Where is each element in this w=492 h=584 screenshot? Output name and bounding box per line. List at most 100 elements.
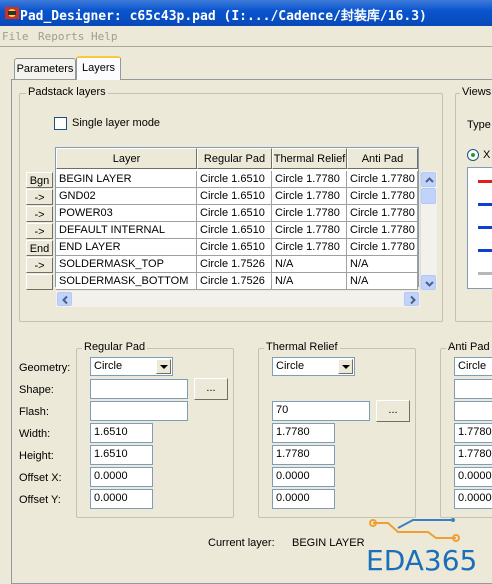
thermal-geometry-select[interactable]: Circle	[272, 357, 355, 376]
menu-reports[interactable]: Reports	[38, 30, 84, 43]
table-cell-regular[interactable]: Circle 1.6510	[197, 205, 272, 222]
row-button[interactable]	[26, 274, 53, 290]
thermal-offset-x-field[interactable]: 0.0000	[272, 467, 335, 487]
row-button[interactable]: ->	[26, 257, 53, 273]
views-label: Views	[460, 86, 492, 98]
column-header-thermal-relief[interactable]: Thermal Relief	[272, 148, 347, 169]
chevron-right-icon	[410, 295, 416, 305]
anti-offset-x-field[interactable]: 0.0000	[454, 467, 492, 487]
table-cell-anti[interactable]: Circle 1.7780	[347, 171, 418, 188]
scroll-up-arrow[interactable]	[421, 172, 436, 187]
column-header-layer[interactable]: Layer	[56, 148, 197, 169]
table-cell-thermal[interactable]: Circle 1.7780	[272, 188, 347, 205]
row-button[interactable]: Bgn	[26, 172, 53, 188]
table-cell-layer[interactable]: GND02	[56, 188, 197, 205]
menu-help[interactable]: Help	[91, 30, 118, 43]
table-cell-anti[interactable]: Circle 1.7780	[347, 222, 418, 239]
table-cell-regular[interactable]: Circle 1.7526	[197, 273, 272, 290]
table-cell-anti[interactable]: Circle 1.7780	[347, 205, 418, 222]
table-cell-thermal[interactable]: Circle 1.7780	[272, 222, 347, 239]
regular-offset-x-field[interactable]: 0.0000	[90, 467, 153, 487]
anti-height-field[interactable]: 1.7780	[454, 445, 492, 465]
table-cell-thermal[interactable]: Circle 1.7780	[272, 239, 347, 256]
regular-flash-field[interactable]	[90, 401, 188, 421]
layer-lines	[478, 180, 492, 298]
table-cell-layer[interactable]: END LAYER	[56, 239, 197, 256]
thermal-flash-field[interactable]: 70	[272, 401, 370, 421]
row-button[interactable]: ->	[26, 206, 53, 222]
height-label: Height:	[19, 450, 54, 462]
column-header-anti-pad[interactable]: Anti Pad	[347, 148, 418, 169]
table-cell-anti[interactable]: N/A	[347, 256, 418, 273]
layer-line	[478, 203, 492, 206]
window-title: Pad_Designer: c65c43p.pad (I:.../Cadence…	[20, 9, 427, 24]
row-button[interactable]: ->	[26, 189, 53, 205]
thermal-geometry-value: Circle	[276, 360, 305, 372]
title-bar[interactable]: Pad_Designer: c65c43p.pad (I:.../Cadence…	[0, 0, 492, 26]
chevron-down-icon	[425, 281, 434, 287]
regular-width-field[interactable]: 1.6510	[90, 423, 153, 443]
scroll-down-arrow[interactable]	[421, 275, 436, 290]
watermark-circuit-icon	[369, 518, 460, 542]
table-cell-regular[interactable]: Circle 1.6510	[197, 171, 272, 188]
table-cell-thermal[interactable]: Circle 1.7780	[272, 205, 347, 222]
table-cell-thermal[interactable]: N/A	[272, 256, 347, 273]
table-cell-layer[interactable]: BEGIN LAYER	[56, 171, 197, 188]
anti-offset-y-field[interactable]: 0.0000	[454, 489, 492, 509]
table-cell-anti[interactable]: Circle 1.7780	[347, 188, 418, 205]
menu-bar: File Reports Help	[0, 26, 492, 46]
menu-file[interactable]: File	[2, 30, 29, 43]
table-cell-thermal[interactable]: Circle 1.7780	[272, 171, 347, 188]
table-cell-thermal[interactable]: N/A	[272, 273, 347, 290]
table-cell-regular[interactable]: Circle 1.6510	[197, 239, 272, 256]
layer-line	[478, 180, 492, 183]
table-cell-regular[interactable]: Circle 1.6510	[197, 188, 272, 205]
single-layer-checkbox[interactable]	[54, 117, 67, 130]
scroll-thumb[interactable]	[421, 188, 436, 204]
row-button[interactable]: ->	[26, 223, 53, 239]
layer-line	[478, 272, 492, 275]
tab-layers[interactable]: Layers	[76, 56, 121, 80]
chevron-down-icon[interactable]	[338, 359, 353, 374]
scroll-left-arrow[interactable]	[57, 292, 72, 306]
regular-offset-y-field[interactable]: 0.0000	[90, 489, 153, 509]
table-cell-layer[interactable]: SOLDERMASK_BOTTOM	[56, 273, 197, 290]
current-layer-value: BEGIN LAYER	[292, 537, 365, 549]
chevron-down-icon[interactable]	[156, 359, 171, 374]
table-cell-regular[interactable]: Circle 1.7526	[197, 256, 272, 273]
flash-label: Flash:	[19, 406, 49, 418]
anti-pad-label: Anti Pad	[446, 341, 492, 353]
regular-height-field[interactable]: 1.6510	[90, 445, 153, 465]
scroll-right-arrow[interactable]	[404, 292, 419, 306]
menu-separator	[0, 46, 492, 47]
row-button[interactable]: End	[26, 240, 53, 256]
anti-flash-field[interactable]	[454, 401, 492, 421]
view-radio[interactable]	[467, 149, 479, 161]
anti-shape-field[interactable]	[454, 379, 492, 399]
anti-geometry-value: Circle	[458, 360, 487, 372]
table-cell-layer[interactable]: POWER03	[56, 205, 197, 222]
table-cell-anti[interactable]: N/A	[347, 273, 418, 290]
geometry-label: Geometry:	[19, 362, 71, 374]
column-header-regular-pad[interactable]: Regular Pad	[197, 148, 272, 169]
table-cell-layer[interactable]: DEFAULT INTERNAL	[56, 222, 197, 239]
regular-shape-browse-button[interactable]: ...	[194, 378, 228, 400]
table-cell-anti[interactable]: Circle 1.7780	[347, 239, 418, 256]
chevron-up-icon	[425, 177, 434, 183]
anti-width-field[interactable]: 1.7780	[454, 423, 492, 443]
regular-shape-field[interactable]	[90, 379, 188, 399]
thermal-width-field[interactable]: 1.7780	[272, 423, 335, 443]
thermal-flash-browse-button[interactable]: ...	[376, 400, 410, 422]
offset-y-label: Offset Y:	[19, 494, 61, 506]
view-radio-label: X	[483, 149, 491, 161]
layer-line	[478, 249, 492, 252]
thermal-offset-y-field[interactable]: 0.0000	[272, 489, 335, 509]
tab-parameters[interactable]: Parameters	[14, 58, 76, 80]
table-cell-regular[interactable]: Circle 1.6510	[197, 222, 272, 239]
horizontal-scrollbar[interactable]	[56, 291, 420, 307]
regular-pad-label: Regular Pad	[82, 341, 148, 353]
anti-geometry-select[interactable]: Circle	[454, 357, 492, 376]
regular-geometry-select[interactable]: Circle	[90, 357, 173, 376]
thermal-height-field[interactable]: 1.7780	[272, 445, 335, 465]
table-cell-layer[interactable]: SOLDERMASK_TOP	[56, 256, 197, 273]
